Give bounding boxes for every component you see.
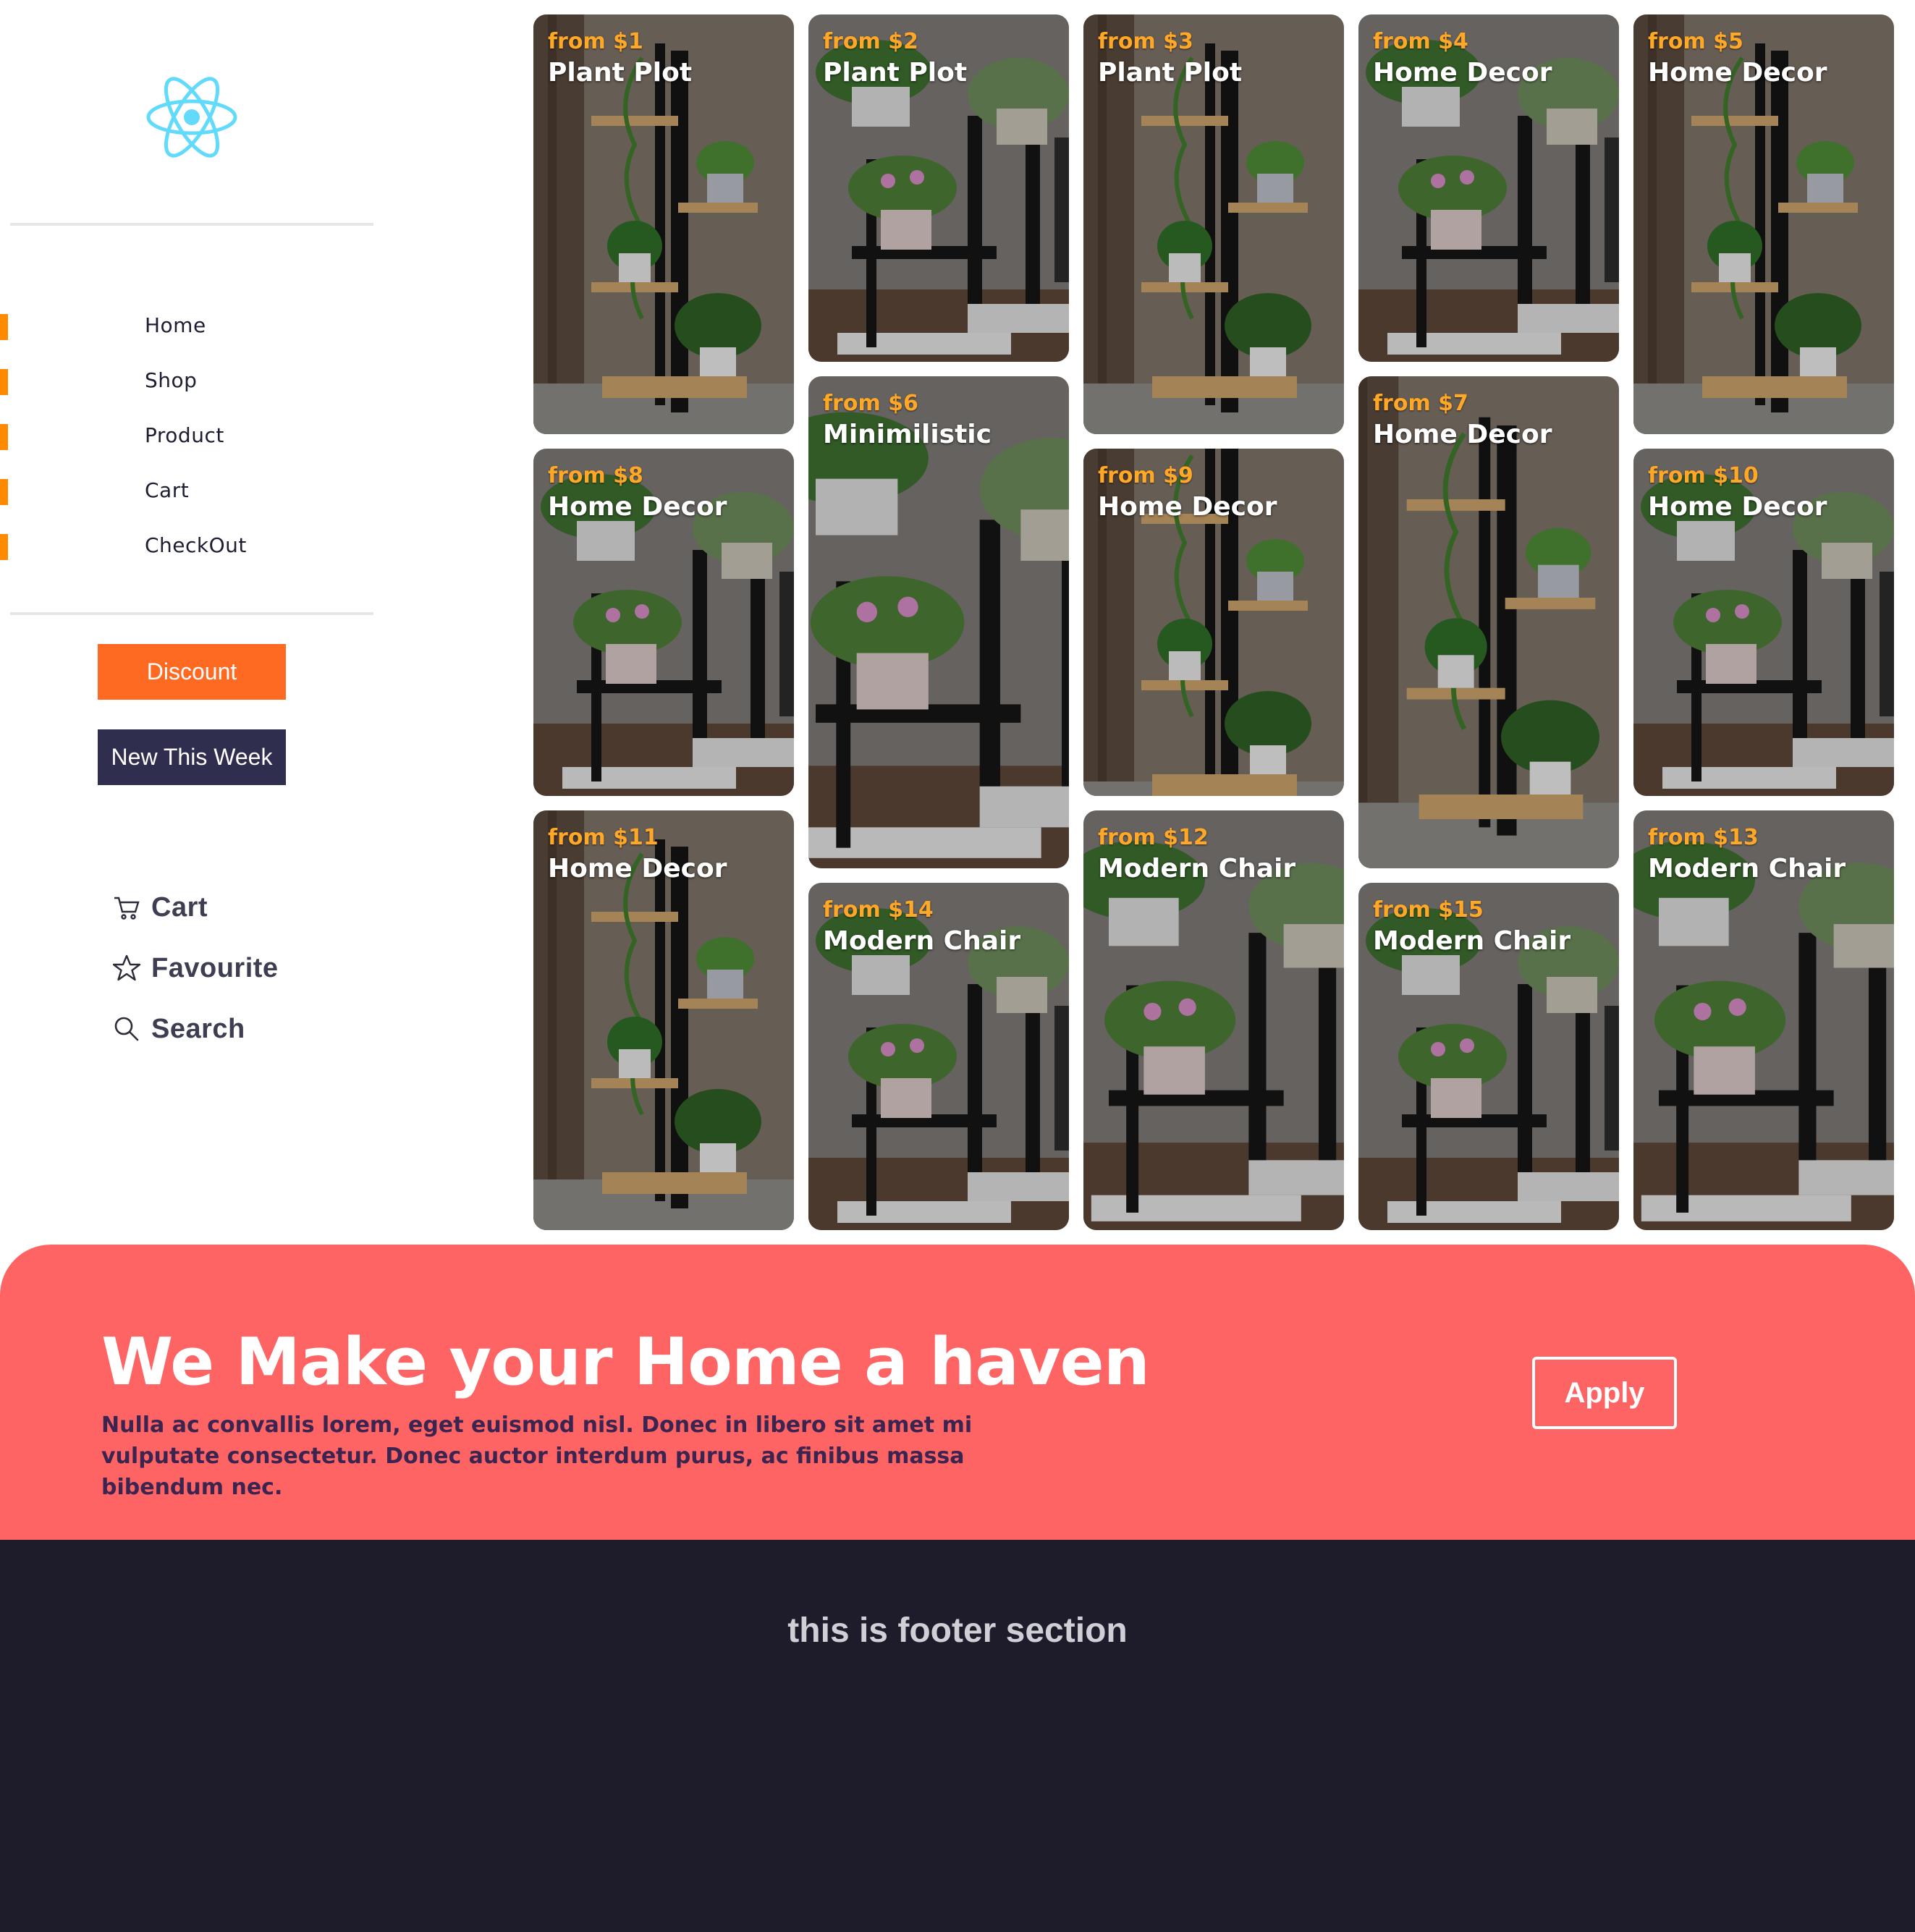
- product-name: Home Decor: [1098, 492, 1277, 522]
- product-name: Modern Chair: [1098, 854, 1296, 884]
- apply-button[interactable]: Apply: [1532, 1357, 1677, 1429]
- product-name: Home Decor: [1648, 58, 1827, 88]
- product-card[interactable]: from $7 Home Decor: [1358, 376, 1619, 868]
- product-price: from $9: [1098, 463, 1193, 488]
- product-card[interactable]: from $14 Modern Chair: [808, 883, 1069, 1230]
- product-price: from $7: [1373, 391, 1468, 416]
- product-price: from $12: [1098, 825, 1209, 850]
- product-card[interactable]: from $6 Minimilistic: [808, 376, 1069, 868]
- product-price: from $3: [1098, 29, 1193, 54]
- banner-headline: We Make your Home a haven: [101, 1324, 1150, 1400]
- product-card[interactable]: from $3 Plant Plot: [1083, 14, 1344, 434]
- product-price: from $1: [548, 29, 643, 54]
- product-name: Plant Plot: [1098, 58, 1243, 88]
- product-card[interactable]: from $15 Modern Chair: [1358, 883, 1619, 1230]
- product-card[interactable]: from $2 Plant Plot: [808, 14, 1069, 362]
- product-card[interactable]: from $11 Home Decor: [533, 810, 794, 1230]
- product-grid: from $1 Plant Plot from $8 Home Decor fr…: [0, 0, 1915, 1237]
- product-card[interactable]: from $9 Home Decor: [1083, 449, 1344, 796]
- banner-body: Nulla ac convallis lorem, eget euismod n…: [101, 1412, 973, 1500]
- product-card[interactable]: from $8 Home Decor: [533, 449, 794, 796]
- product-price: from $4: [1373, 29, 1468, 54]
- product-price: from $13: [1648, 825, 1759, 850]
- product-name: Plant Plot: [823, 58, 968, 88]
- promo-banner: We Make your Home a haven Nulla ac conva…: [0, 1245, 1915, 1541]
- product-price: from $10: [1648, 463, 1759, 488]
- product-price: from $5: [1648, 29, 1743, 54]
- product-card[interactable]: from $13 Modern Chair: [1633, 810, 1894, 1230]
- product-price: from $15: [1373, 897, 1484, 923]
- product-name: Modern Chair: [1373, 926, 1571, 956]
- product-name: Plant Plot: [548, 58, 693, 88]
- product-name: Home Decor: [548, 492, 727, 522]
- product-price: from $6: [823, 391, 918, 416]
- footer: this is footer section: [0, 1540, 1915, 1932]
- product-name: Minimilistic: [823, 420, 992, 449]
- product-card[interactable]: from $12 Modern Chair: [1083, 810, 1344, 1230]
- product-card[interactable]: from $10 Home Decor: [1633, 449, 1894, 796]
- product-price: from $14: [823, 897, 934, 923]
- product-card[interactable]: from $1 Plant Plot: [533, 14, 794, 434]
- footer-text: this is footer section: [787, 1611, 1128, 1650]
- product-name: Modern Chair: [823, 926, 1021, 956]
- product-card[interactable]: from $5 Home Decor: [1633, 14, 1894, 434]
- product-name: Home Decor: [548, 854, 727, 884]
- product-card[interactable]: from $4 Home Decor: [1358, 14, 1619, 362]
- product-price: from $2: [823, 29, 918, 54]
- product-name: Modern Chair: [1648, 854, 1846, 884]
- product-price: from $8: [548, 463, 643, 488]
- product-name: Home Decor: [1373, 420, 1552, 449]
- product-name: Home Decor: [1648, 492, 1827, 522]
- product-price: from $11: [548, 825, 659, 850]
- product-name: Home Decor: [1373, 58, 1552, 88]
